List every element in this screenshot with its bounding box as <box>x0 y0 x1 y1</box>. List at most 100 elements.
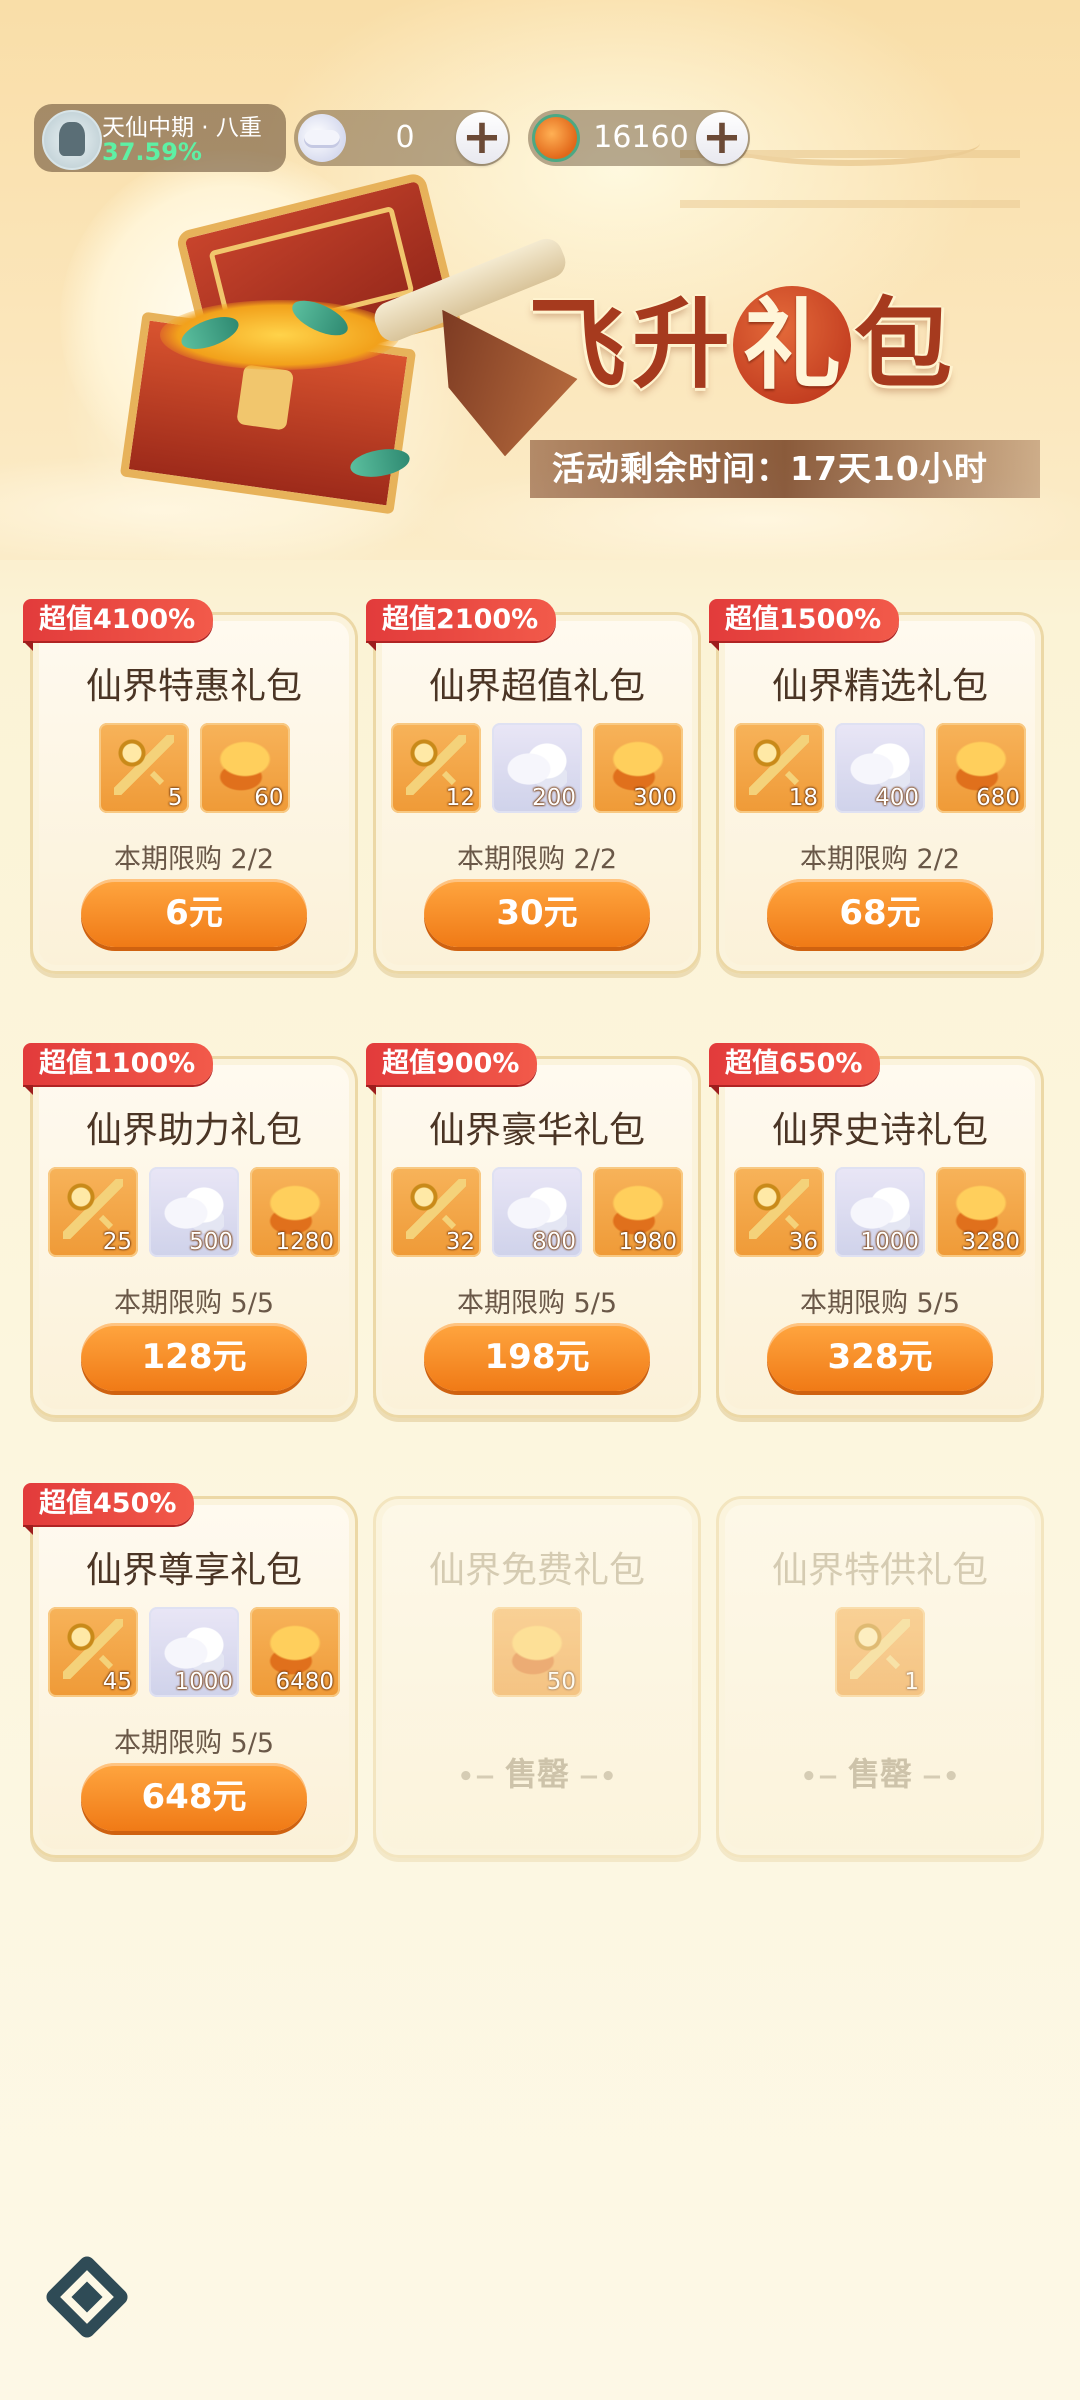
currency-cloud: 0 + <box>294 110 510 166</box>
pack-card[interactable]: 超值1100% 仙界助力礼包 25 500 1280 本期限购 5/5 128元 <box>23 1043 358 1418</box>
avatar <box>42 110 102 170</box>
purchase-limit: 本期限购 5/5 <box>799 1288 961 1319</box>
reward-qty: 1000 <box>174 1669 233 1695</box>
pack-name: 仙界免费礼包 <box>428 1550 645 1591</box>
reward-item[interactable]: 300 <box>593 723 683 813</box>
pack-items: 36 1000 3280 <box>719 1167 1041 1257</box>
reward-item[interactable]: 1000 <box>835 1167 925 1257</box>
reward-qty: 800 <box>532 1229 576 1255</box>
value-badge: 超值1500% <box>709 599 900 651</box>
reward-item[interactable]: 1 <box>835 1607 925 1697</box>
pack-name: 仙界史诗礼包 <box>771 1110 988 1151</box>
purchase-limit: 本期限购 5/5 <box>456 1288 618 1319</box>
add-jade-button[interactable]: + <box>696 112 748 164</box>
app-logo-icon[interactable] <box>34 2244 144 2354</box>
pack-card[interactable]: 仙界特供礼包 1 •− 售罄 −• <box>716 1496 1044 1858</box>
cultivation-rank: 天仙中期 · 八重 <box>102 115 262 141</box>
buy-button[interactable]: 30元 <box>424 879 650 947</box>
buy-button[interactable]: 328元 <box>767 1323 993 1391</box>
pack-card[interactable]: 超值900% 仙界豪华礼包 32 800 1980 本期限购 5/5 198元 <box>366 1043 701 1418</box>
reward-item[interactable]: 25 <box>48 1167 138 1257</box>
reward-item[interactable]: 50 <box>492 1607 582 1697</box>
reward-item[interactable]: 1980 <box>593 1167 683 1257</box>
value-badge: 超值900% <box>366 1043 538 1095</box>
reward-item[interactable]: 1000 <box>149 1607 239 1697</box>
reward-item[interactable]: 500 <box>149 1167 239 1257</box>
buy-button[interactable]: 68元 <box>767 879 993 947</box>
event-banner: 飞 升 礼 包 活动剩余时间：17天10小时 <box>0 0 1080 560</box>
reward-qty: 12 <box>445 785 475 811</box>
pack-name: 仙界精选礼包 <box>771 666 988 707</box>
reward-item[interactable]: 12 <box>391 723 481 813</box>
pack-items: 12 200 300 <box>376 723 698 813</box>
reward-item[interactable]: 1280 <box>250 1167 340 1257</box>
buy-button[interactable]: 198元 <box>424 1323 650 1391</box>
pack-items: 50 <box>376 1607 698 1697</box>
pack-name: 仙界特惠礼包 <box>85 666 302 707</box>
reward-item[interactable]: 18 <box>734 723 824 813</box>
buy-button[interactable]: 648元 <box>81 1763 307 1831</box>
value-badge: 超值650% <box>709 1043 881 1095</box>
pack-items: 18 400 680 <box>719 723 1041 813</box>
reward-item[interactable]: 5 <box>98 723 189 813</box>
reward-item[interactable]: 680 <box>936 723 1026 813</box>
jade-coin-icon <box>532 114 580 162</box>
reward-qty: 45 <box>102 1669 132 1695</box>
pack-items: 45 1000 6480 <box>33 1607 355 1697</box>
purchase-limit: 本期限购 2/2 <box>799 844 961 875</box>
pack-name: 仙界尊享礼包 <box>85 1550 302 1591</box>
reward-qty: 500 <box>189 1229 233 1255</box>
reward-item[interactable]: 200 <box>492 723 582 813</box>
buy-button[interactable]: 6元 <box>81 879 307 947</box>
pack-card[interactable]: 超值1500% 仙界精选礼包 18 400 680 本期限购 2/2 68元 <box>709 599 1044 974</box>
reward-qty: 1 <box>904 1669 919 1695</box>
reward-qty: 32 <box>445 1229 475 1255</box>
pack-items: 1 <box>719 1607 1041 1697</box>
sold-out-label: •− 售罄 −• <box>800 1755 960 1793</box>
title-char-3: 礼 <box>733 286 851 404</box>
value-badge: 超值1100% <box>23 1043 214 1095</box>
value-badge: 超值450% <box>23 1483 195 1535</box>
value-badge: 超值4100% <box>23 599 214 651</box>
pack-items: 32 800 1980 <box>376 1167 698 1257</box>
cloud-icon <box>298 114 346 162</box>
key-icon <box>850 1619 910 1679</box>
pack-card[interactable]: 超值2100% 仙界超值礼包 12 200 300 本期限购 2/2 30元 <box>366 599 701 974</box>
pack-items: 5 60 <box>33 723 355 813</box>
purchase-limit: 本期限购 2/2 <box>456 844 618 875</box>
title-char-2: 升 <box>631 287 730 402</box>
title-char-4: 包 <box>853 287 952 402</box>
reward-item[interactable]: 800 <box>492 1167 582 1257</box>
sold-out-label: •− 售罄 −• <box>457 1755 617 1793</box>
buy-button[interactable]: 128元 <box>81 1323 307 1391</box>
reward-item[interactable]: 3280 <box>936 1167 1026 1257</box>
reward-item[interactable]: 32 <box>391 1167 481 1257</box>
reward-qty: 6480 <box>275 1669 334 1695</box>
reward-item[interactable]: 6480 <box>250 1607 340 1697</box>
reward-qty: 1280 <box>275 1229 334 1255</box>
reward-item[interactable]: 45 <box>48 1607 138 1697</box>
currency-jade-value: 16160 <box>593 120 689 155</box>
reward-qty: 50 <box>546 1669 576 1695</box>
reward-item[interactable]: 60 <box>199 723 290 813</box>
purchase-limit: 本期限购 5/5 <box>113 1288 275 1319</box>
reward-item[interactable]: 400 <box>835 723 925 813</box>
reward-qty: 3280 <box>961 1229 1020 1255</box>
reward-qty: 1980 <box>618 1229 677 1255</box>
reward-qty: 36 <box>788 1229 818 1255</box>
reward-item[interactable]: 36 <box>734 1167 824 1257</box>
pack-card[interactable]: 超值4100% 仙界特惠礼包 5 60 本期限购 2/2 6元 <box>23 599 358 974</box>
player-status[interactable]: 天仙中期 · 八重 37.59% <box>34 104 286 172</box>
reward-qty: 200 <box>532 785 576 811</box>
treasure-chest-image <box>119 171 450 515</box>
purchase-limit: 本期限购 2/2 <box>113 844 275 875</box>
pack-card[interactable]: 仙界免费礼包 50 •− 售罄 −• <box>373 1496 701 1858</box>
value-badge: 超值2100% <box>366 599 557 651</box>
pack-items: 25 500 1280 <box>33 1167 355 1257</box>
add-cloud-button[interactable]: + <box>456 112 508 164</box>
pack-card[interactable]: 超值450% 仙界尊享礼包 45 1000 6480 本期限购 5/5 648元 <box>23 1483 358 1858</box>
key-icon <box>113 735 174 795</box>
reward-qty: 300 <box>633 785 677 811</box>
reward-qty: 680 <box>976 785 1020 811</box>
pack-card[interactable]: 超值650% 仙界史诗礼包 36 1000 3280 本期限购 5/5 328元 <box>709 1043 1044 1418</box>
